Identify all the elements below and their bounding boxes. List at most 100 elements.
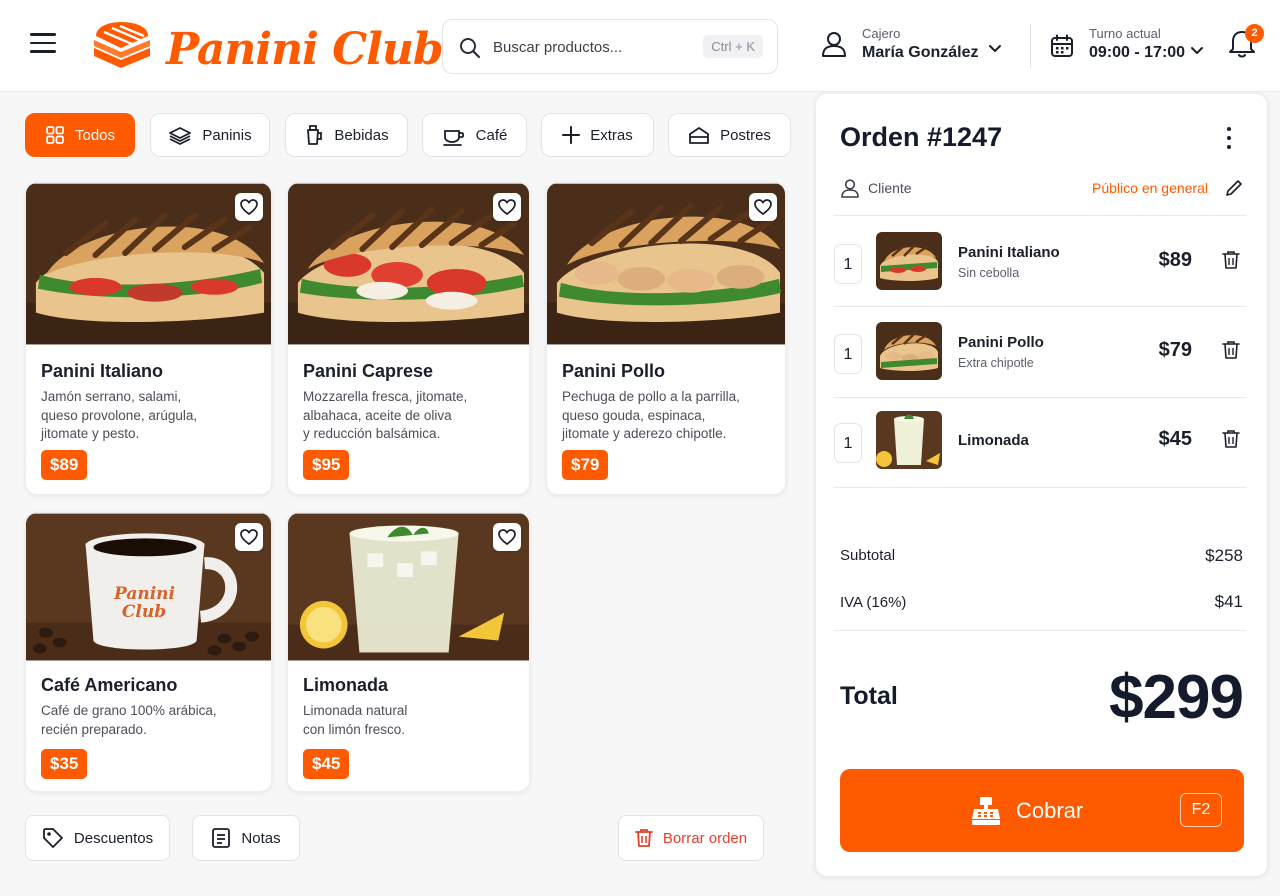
shift-selector[interactable]: Turno actual 09:00 - 17:00 [1048, 22, 1208, 72]
tab-label: Paninis [202, 126, 252, 144]
notes-button[interactable]: Notas [192, 815, 300, 861]
subtotal-label: Subtotal [840, 547, 896, 564]
item-note: Extra chipotle [958, 356, 1034, 370]
top-header: Panini Club Ctrl + K Cajero María Gonzál… [0, 0, 1280, 92]
product-card-cafe-americano[interactable]: Panini Club Café Americano Café de grano… [25, 512, 272, 792]
tab-bebidas[interactable]: Bebidas [285, 113, 408, 157]
trash-icon[interactable] [1222, 250, 1240, 270]
item-price: $89 [1158, 249, 1192, 271]
order-line-item: 1 Panini Pollo Extra chipotle $79 [834, 322, 1246, 396]
tab-extras[interactable]: Extras [541, 113, 654, 157]
item-note: Sin cebolla [958, 266, 1020, 280]
item-name: Panini Pollo [958, 334, 1044, 351]
notifications-button[interactable]: 2 [1228, 24, 1264, 64]
search-shortcut-badge: Ctrl + K [703, 35, 763, 58]
product-card-panini-caprese[interactable]: Panini Caprese Mozzarella fresca, jitoma… [287, 182, 530, 495]
product-name: Limonada [303, 675, 389, 695]
menu-icon[interactable] [30, 33, 56, 57]
cashier-selector[interactable]: Cajero María González [820, 22, 1010, 72]
quantity-input[interactable]: 1 [834, 244, 862, 284]
quantity-input[interactable]: 1 [834, 423, 862, 463]
client-label: Cliente [868, 180, 912, 196]
order-title: Orden #1247 [840, 122, 1003, 152]
product-card-limonada[interactable]: Limonada Limonada natural con limón fres… [287, 512, 530, 792]
search-input[interactable] [493, 34, 693, 60]
heart-icon [498, 529, 516, 545]
chevron-down-icon [989, 45, 1001, 52]
cashier-name: María González [862, 44, 979, 61]
drink-icon [307, 125, 323, 145]
product-card-panini-italiano[interactable]: Panini Italiano Jamón serrano, salami, q… [25, 182, 272, 495]
tab-label: Café [475, 126, 508, 144]
favorite-button[interactable] [493, 193, 521, 221]
panini-logo-icon [94, 22, 150, 68]
item-name: Panini Italiano [958, 244, 1060, 261]
tag-icon [42, 828, 63, 848]
product-price: $89 [41, 450, 88, 480]
trash-icon[interactable] [1222, 429, 1240, 449]
heart-icon [498, 199, 516, 215]
notes-icon [212, 828, 231, 848]
favorite-button[interactable] [235, 193, 263, 221]
tab-label: Extras [590, 126, 633, 144]
more-options-icon[interactable] [1219, 124, 1239, 152]
tab-paninis[interactable]: Paninis [150, 113, 270, 157]
client-value[interactable]: Público en general [1092, 180, 1208, 196]
shift-time: 09:00 - 17:00 [1089, 44, 1186, 61]
tab-cafe[interactable]: Café [422, 113, 527, 157]
tab-label: Postres [720, 126, 771, 144]
charge-button[interactable]: Cobrar F2 [840, 769, 1244, 852]
product-description: Café de grano 100% arábica, recién prepa… [41, 703, 217, 737]
cup-logo-text: Panini Club [114, 584, 175, 622]
cashier-label: Cajero [862, 26, 901, 41]
item-thumbnail [876, 322, 942, 380]
client-row: Cliente Público en general [840, 176, 1246, 202]
product-card-panini-pollo[interactable]: Panini Pollo Pechuga de pollo a la parri… [546, 182, 786, 495]
tab-label: Bebidas [334, 126, 389, 144]
total-label: Total [840, 682, 898, 710]
product-description: Limonada natural con limón fresco. [303, 703, 408, 737]
discounts-label: Descuentos [73, 829, 154, 847]
favorite-button[interactable] [749, 193, 777, 221]
product-description: Jamón serrano, salami, queso provolone, … [41, 389, 198, 441]
product-name: Panini Italiano [41, 361, 164, 381]
clear-order-button[interactable]: Borrar orden [618, 815, 764, 861]
charge-shortcut-badge: F2 [1180, 793, 1222, 827]
total-value: $299 [1109, 663, 1244, 732]
sandwich-icon [169, 127, 192, 145]
divider [834, 397, 1246, 398]
discounts-button[interactable]: Descuentos [25, 815, 170, 861]
shift-label: Turno actual [1089, 26, 1161, 41]
pencil-icon[interactable] [1224, 178, 1244, 198]
product-price: $35 [41, 749, 88, 779]
trash-icon [634, 829, 653, 847]
tab-label: Todos [74, 126, 116, 144]
calendar-icon [1051, 34, 1073, 57]
chevron-down-icon [1191, 47, 1203, 54]
search-icon [460, 38, 481, 59]
product-name: Café Americano [41, 675, 178, 695]
product-name: Panini Caprese [303, 361, 434, 381]
search-box[interactable]: Ctrl + K [442, 19, 778, 74]
favorite-button[interactable] [493, 523, 521, 551]
tax-value: $41 [1214, 592, 1243, 611]
charge-label: Cobrar [1016, 798, 1084, 823]
divider [834, 487, 1246, 488]
product-price: $79 [562, 450, 609, 480]
item-thumbnail [876, 411, 942, 469]
user-icon [822, 32, 846, 57]
quantity-input[interactable]: 1 [834, 334, 862, 374]
tab-postres[interactable]: Postres [668, 113, 791, 157]
trash-icon[interactable] [1222, 340, 1240, 360]
grid-icon [46, 126, 64, 144]
tab-todos[interactable]: Todos [25, 113, 135, 157]
product-price: $45 [303, 749, 350, 779]
heart-icon [754, 199, 772, 215]
item-price: $79 [1158, 339, 1192, 361]
favorite-button[interactable] [235, 523, 263, 551]
heart-icon [240, 199, 258, 215]
header-divider [1030, 24, 1031, 68]
heart-icon [240, 529, 258, 545]
notification-badge: 2 [1245, 24, 1264, 43]
notes-label: Notas [241, 829, 281, 847]
